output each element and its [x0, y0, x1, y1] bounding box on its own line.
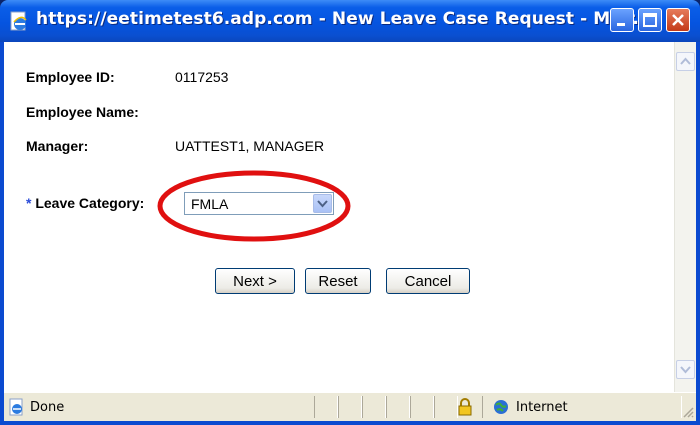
scroll-up-icon [680, 57, 691, 65]
status-segment [434, 396, 458, 418]
window-title: https://eetimetest6.adp.com - New Leave … [36, 9, 653, 29]
minimize-icon [617, 23, 625, 26]
employee-id-label: Employee ID: [26, 69, 115, 85]
window-frame-bottom [0, 421, 700, 425]
maximize-button[interactable] [638, 8, 662, 32]
employee-name-label: Employee Name: [26, 104, 139, 120]
page-content: Employee ID: 0117253 Employee Name: Mana… [4, 42, 674, 392]
status-segment [386, 396, 410, 418]
manager-label: Manager: [26, 138, 89, 154]
status-segment [362, 396, 386, 418]
globe-icon [494, 400, 508, 414]
maximize-icon [643, 13, 657, 27]
window-frame-right [696, 42, 700, 425]
ie-page-icon [10, 11, 27, 31]
browser-popup-window: https://eetimetest6.adp.com - New Leave … [0, 0, 700, 425]
status-bar: Done Internet [4, 392, 696, 421]
status-segment [314, 396, 338, 418]
status-segment [410, 396, 434, 418]
minimize-button[interactable] [610, 8, 634, 32]
zone-panel [482, 396, 682, 418]
next-button[interactable]: Next > [215, 268, 295, 294]
padlock-icon [458, 398, 472, 416]
resize-grip-icon[interactable] [682, 406, 694, 418]
highlight-ellipse [157, 170, 351, 242]
close-icon [672, 14, 684, 26]
required-marker: * [26, 195, 32, 211]
leave-category-label-text: Leave Category: [35, 195, 145, 211]
status-segment [338, 396, 362, 418]
ie-page-icon [9, 398, 23, 416]
zone-text: Internet [516, 400, 568, 415]
scroll-down-button[interactable] [676, 360, 695, 379]
scroll-up-button[interactable] [676, 52, 695, 71]
close-button[interactable] [666, 8, 690, 32]
status-text: Done [30, 400, 65, 415]
manager-value: UATTEST1, MANAGER [175, 138, 325, 154]
employee-id-value: 0117253 [175, 69, 229, 85]
reset-button[interactable]: Reset [305, 268, 371, 294]
scroll-down-icon [680, 366, 691, 374]
vertical-scrollbar[interactable] [674, 42, 696, 392]
cancel-button[interactable]: Cancel [386, 268, 470, 294]
title-bar[interactable]: https://eetimetest6.adp.com - New Leave … [0, 0, 700, 42]
leave-category-label: * Leave Category: [26, 195, 144, 211]
